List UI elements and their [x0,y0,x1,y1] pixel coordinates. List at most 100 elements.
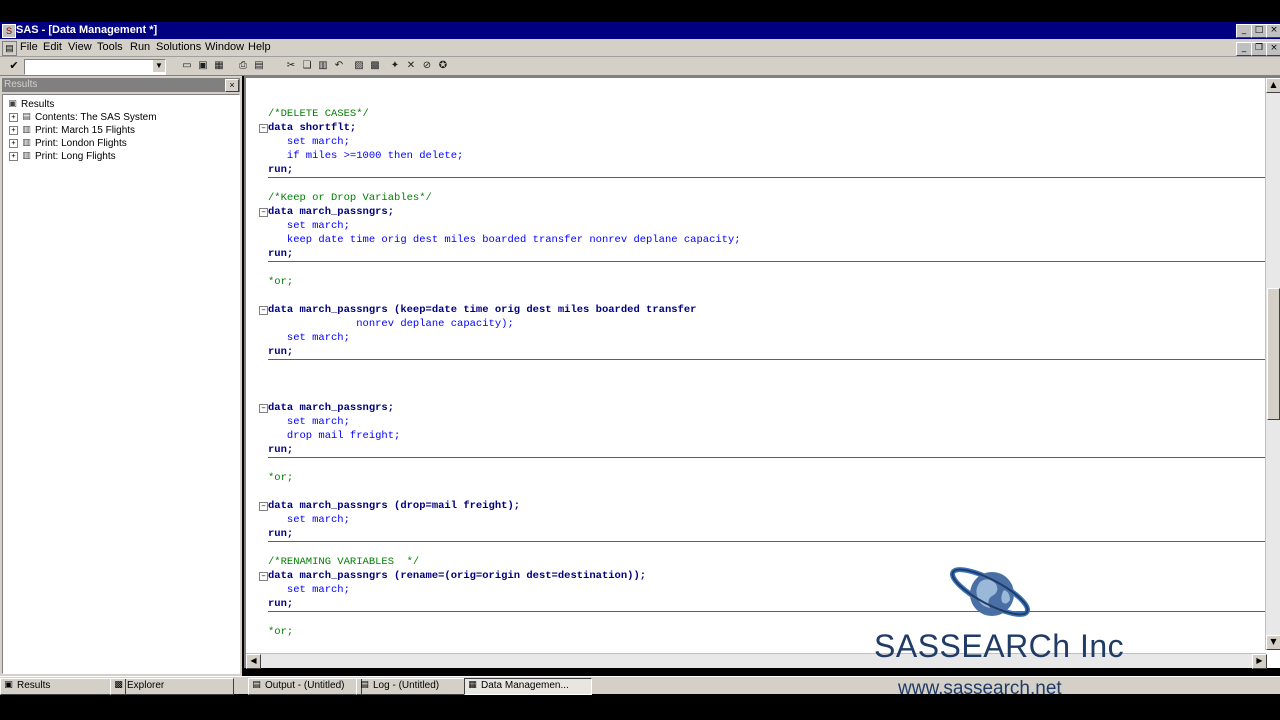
window-tab-editor[interactable]: ▦ Data Managemen... [464,678,592,695]
vertical-scrollbar[interactable]: ▲ ▼ [1265,78,1280,650]
code-line[interactable]: run; [268,528,293,541]
menu-run[interactable]: Run [130,41,150,53]
scroll-up-icon[interactable]: ▲ [1266,78,1280,93]
code-line[interactable]: /*DELETE CASES*/ [268,108,369,121]
collapse-icon[interactable]: − [259,306,268,315]
tree-item[interactable]: + ▥ Print: London Flights [9,137,127,150]
scroll-right-icon[interactable]: ▶ [1252,654,1267,669]
copy-icon[interactable]: ❏ [300,59,314,73]
code-line[interactable]: run; [268,346,293,359]
code-line[interactable]: /*Keep or Drop Variables*/ [268,192,432,205]
code-line[interactable]: *or; [268,626,293,639]
code-line[interactable]: set march; [268,332,350,345]
code-line[interactable]: run; [268,164,293,177]
program-editor[interactable]: /*DELETE CASES*/ − data shortflt; set ma… [244,76,1280,669]
globe-logo-icon [949,567,1031,617]
code-line[interactable]: data shortflt; [268,122,356,135]
command-box[interactable]: ▼ [24,59,166,75]
code-line[interactable]: if miles >=1000 then delete; [268,150,463,163]
menu-help[interactable]: Help [248,41,271,53]
scroll-down-icon[interactable]: ▼ [1266,635,1280,650]
code-line[interactable]: run; [268,598,293,611]
new-library-icon[interactable]: ▨ [352,59,366,73]
close-button[interactable]: × [1266,24,1280,38]
results-tab-icon: ▣ [4,680,13,690]
scroll-thumb[interactable] [1267,288,1280,420]
menu-edit[interactable]: Edit [43,41,62,53]
window-tab-output[interactable]: ▤ Output - (Untitled) [248,678,362,695]
doc-close-button[interactable]: × [1266,42,1280,56]
code-line[interactable]: data march_passngrs (drop=mail freight); [268,500,520,513]
expand-icon[interactable]: + [9,112,18,122]
code-line[interactable]: run; [268,444,293,457]
chevron-down-icon[interactable]: ▼ [153,60,165,72]
submit-run-icon[interactable]: ✦ [388,59,402,73]
print-icon[interactable]: ⎙ [236,59,250,73]
collapse-icon[interactable]: − [259,572,268,581]
code-line[interactable]: nonrev deplane capacity); [268,318,514,331]
watermark-url: www.sassearch.net [898,678,1062,699]
break-icon[interactable]: ⊘ [420,59,434,73]
code-line[interactable]: data march_passngrs (keep=date time orig… [268,304,696,317]
menu-tools[interactable]: Tools [97,41,123,53]
new-icon[interactable]: ▭ [180,59,194,73]
code-line[interactable]: keep date time orig dest miles boarded t… [268,234,741,247]
step-separator [268,359,1268,360]
code-line[interactable]: set march; [268,136,350,149]
explorer-tab-icon: ▩ [114,680,123,690]
dock-tab-results[interactable]: ▣ Results [0,678,126,695]
help-icon[interactable]: ✪ [436,59,450,73]
menu-window[interactable]: Window [205,41,244,53]
code-line[interactable]: data march_passngrs; [268,402,394,415]
code-line[interactable]: run; [268,248,293,261]
submit-command-icon[interactable]: ✔ [6,59,22,73]
undo-icon[interactable]: ↶ [332,59,346,73]
code-line[interactable]: set march; [268,514,350,527]
tree-item[interactable]: ▣ Results [7,98,54,111]
window-tab-log[interactable]: ▤ Log - (Untitled) [356,678,470,695]
collapse-icon[interactable]: − [259,502,268,511]
tree-item[interactable]: + ▥ Print: Long Flights [9,150,116,163]
expand-icon[interactable]: + [9,125,18,135]
close-icon[interactable]: × [225,79,239,92]
code-line[interactable]: *or; [268,472,293,485]
doc-restore-button[interactable]: ❐ [1251,42,1267,56]
doc-minimize-button[interactable]: _ [1236,42,1252,56]
code-line[interactable]: set march; [268,220,350,233]
collapse-icon[interactable]: − [259,404,268,413]
cut-icon[interactable]: ✂ [284,59,298,73]
maximize-button[interactable]: □ [1251,24,1267,38]
print-output-icon: ▥ [22,138,31,149]
minimize-button[interactable]: _ [1236,24,1252,38]
code-line[interactable]: drop mail freight; [268,430,400,443]
explorer-icon[interactable]: ▩ [368,59,382,73]
tree-item[interactable]: + ▥ Print: March 15 Flights [9,124,135,137]
menu-view[interactable]: View [68,41,92,53]
expand-icon[interactable]: + [9,138,18,148]
window-bar: ▣ Results ▩ Explorer ▤ Output - (Untitled) … [0,676,1280,695]
expand-icon[interactable]: + [9,151,18,161]
code-line[interactable]: set march; [268,416,350,429]
step-separator [268,261,1268,262]
menu-file[interactable]: File [20,41,38,53]
code-line[interactable]: /*RENAMING VARIABLES */ [268,556,419,569]
window-title: SAS - [Data Management *] [16,24,158,36]
document-icon[interactable]: ▤ [2,41,17,56]
menu-solutions[interactable]: Solutions [156,41,201,53]
save-icon[interactable]: ▦ [212,59,226,73]
open-icon[interactable]: ▣ [196,59,210,73]
code-line[interactable]: set march; [268,584,350,597]
dock-tab-explorer[interactable]: ▩ Explorer [110,678,234,695]
scroll-left-icon[interactable]: ◀ [246,654,261,669]
print-preview-icon[interactable]: ▤ [252,59,266,73]
title-bar[interactable]: S SAS - [Data Management *] _ □ × [0,22,1280,39]
code-line[interactable]: data march_passngrs; [268,206,394,219]
code-line[interactable]: *or; [268,276,293,289]
collapse-icon[interactable]: − [259,208,268,217]
tree-item[interactable]: + ▤ Contents: The SAS System [9,111,157,124]
collapse-icon[interactable]: − [259,124,268,133]
paste-icon[interactable]: ▥ [316,59,330,73]
clear-icon[interactable]: ✕ [404,59,418,73]
code-line[interactable]: data march_passngrs (rename=(orig=origin… [268,570,646,583]
sas-app-icon[interactable]: S [2,24,16,38]
